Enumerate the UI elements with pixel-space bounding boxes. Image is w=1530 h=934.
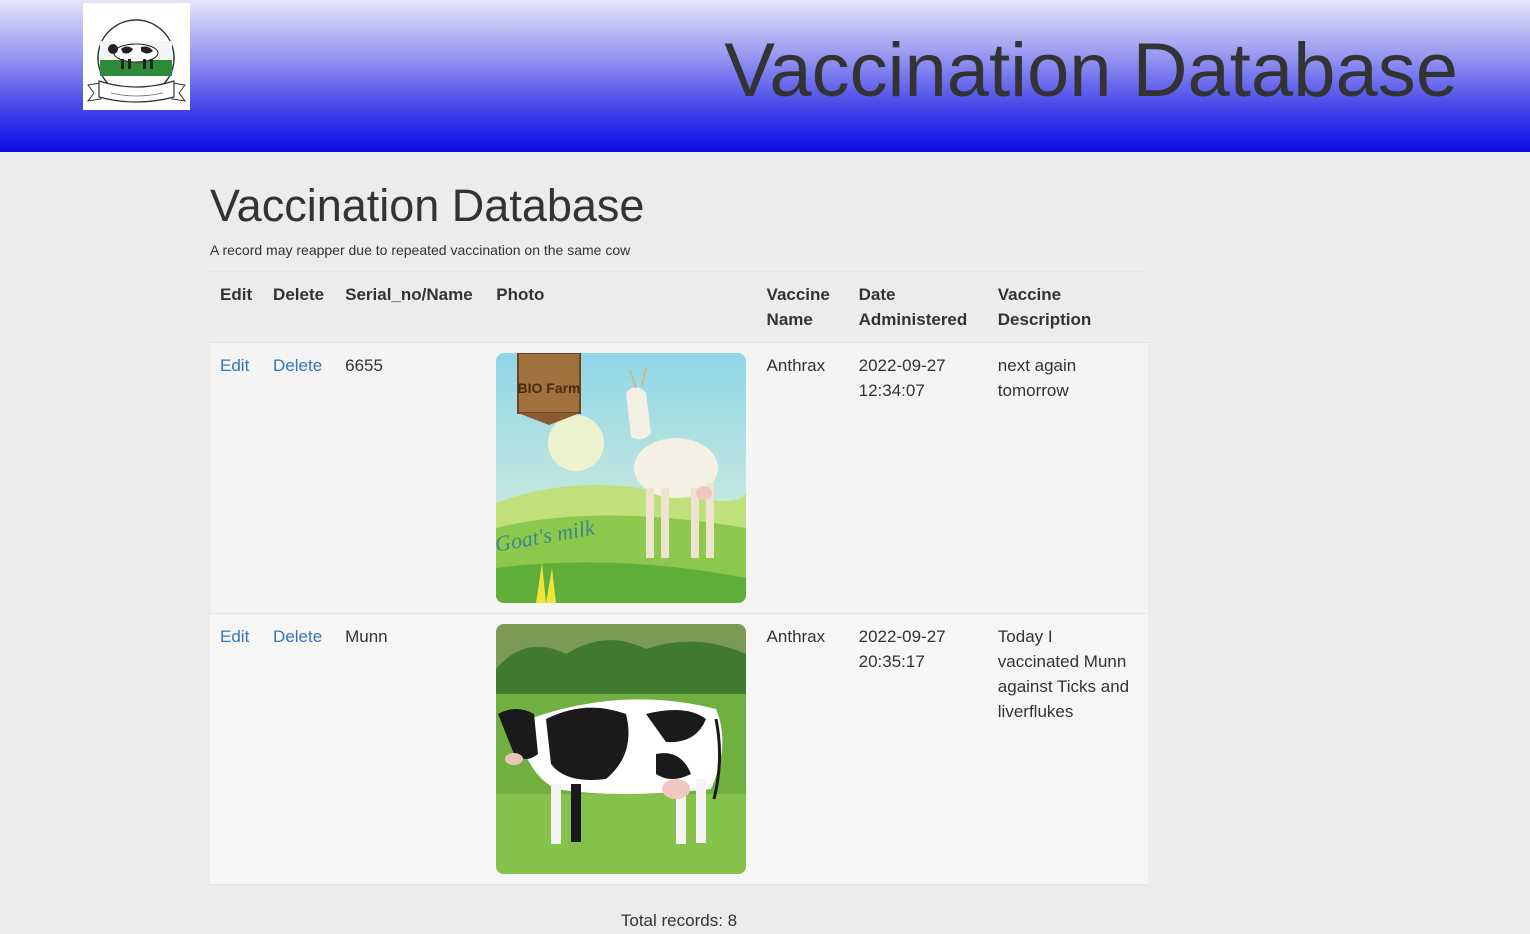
column-header-edit: Edit: [220, 285, 253, 304]
column-header-photo: Photo: [496, 285, 545, 304]
animal-photo: BIO Farm Goat's milk: [496, 353, 747, 603]
animal-photo: [496, 624, 747, 874]
column-header-vaccine-name: Vaccine Name: [766, 285, 830, 329]
table-header-row: Edit Delete Serial_no/Name Photo Vaccine…: [210, 271, 1148, 343]
table-row: Edit Delete 6655 BIO Farm Goat's milk An…: [210, 342, 1148, 614]
vaccine-name-cell: Anthrax: [766, 356, 826, 375]
column-header-date: Date Administered: [858, 285, 968, 329]
page-title: Vaccination Database: [210, 180, 645, 231]
cow-farm-logo-icon: [86, 19, 187, 103]
description-cell: Today I vaccinated Munn against Ticks an…: [997, 627, 1130, 721]
vaccination-table: Edit Delete Serial_no/Name Photo Vaccine…: [210, 271, 1148, 885]
edit-link[interactable]: Edit: [220, 356, 249, 375]
date-cell: 2022-09-27 12:34:07: [858, 356, 946, 400]
serial-cell: 6655: [345, 356, 383, 375]
table-row: Edit Delete Munn Anthrax 2022-09-27 20:3…: [210, 613, 1148, 885]
vaccine-name-cell: Anthrax: [766, 627, 826, 646]
bio-farm-sign: BIO Farm: [518, 380, 581, 396]
delete-link[interactable]: Delete: [273, 356, 322, 375]
description-cell: next again tomorrow: [997, 356, 1077, 400]
column-header-delete: Delete: [273, 285, 325, 304]
page-subtitle: A record may reapper due to repeated vac…: [210, 242, 631, 258]
site-title: Vaccination Database: [724, 28, 1458, 113]
edit-link[interactable]: Edit: [220, 627, 249, 646]
goat-photo: BIO Farm Goat's milk: [496, 353, 747, 603]
date-cell: 2022-09-27 20:35:17: [858, 627, 946, 671]
column-header-description: Vaccine Description: [997, 285, 1092, 329]
delete-link[interactable]: Delete: [273, 627, 322, 646]
header-banner: Vaccination Database: [0, 0, 1530, 152]
serial-cell: Munn: [345, 627, 388, 646]
logo[interactable]: [83, 3, 190, 110]
column-header-serial: Serial_no/Name: [345, 285, 473, 304]
cow-photo: [496, 624, 747, 874]
total-records: Total records: 8: [620, 911, 738, 930]
